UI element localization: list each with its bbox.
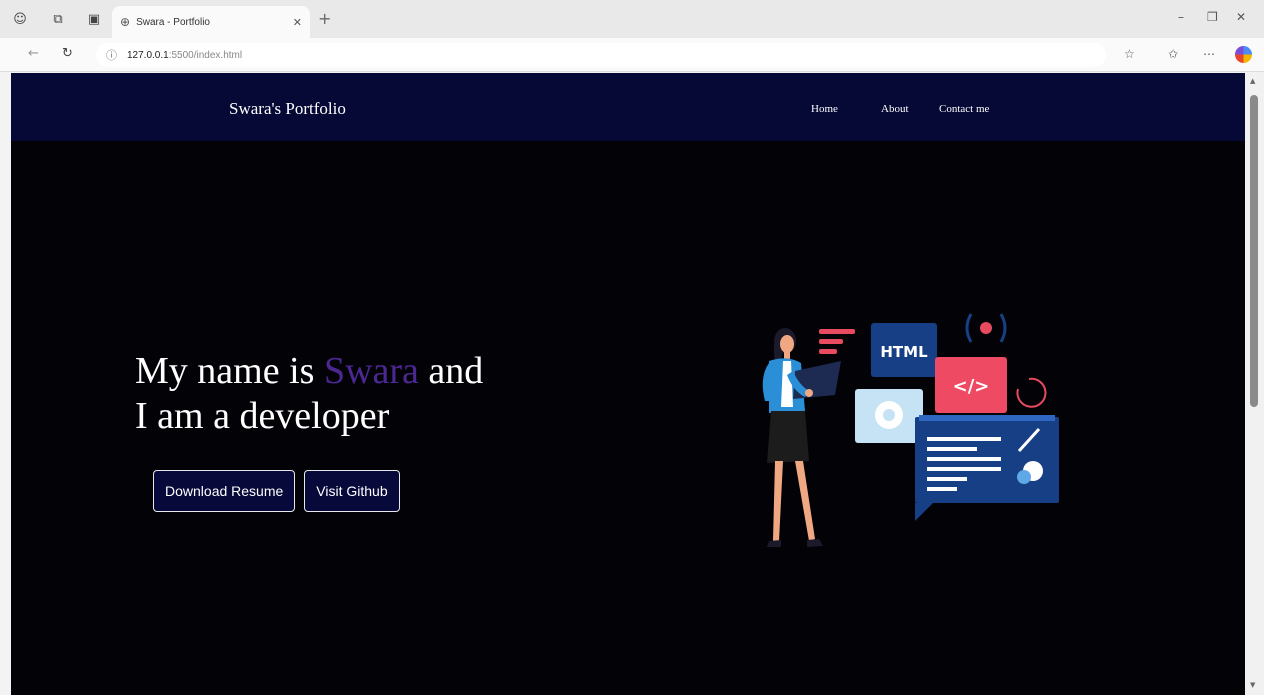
scroll-down-icon[interactable]: ▼: [1250, 681, 1255, 689]
hero-suffix: and: [418, 350, 484, 392]
download-resume-button[interactable]: Download Resume: [153, 470, 296, 512]
info-icon[interactable]: ⓘ: [106, 47, 117, 63]
page-scrollbar[interactable]: ▲ ▼: [1245, 73, 1264, 695]
gear-card-icon: [855, 389, 923, 443]
hero-line2: I am a developer: [135, 395, 390, 437]
visit-github-button[interactable]: Visit Github: [304, 470, 400, 512]
code-label: </>: [953, 376, 990, 397]
window-close-icon[interactable]: ✕: [1236, 10, 1246, 24]
sync-icon: [1016, 377, 1047, 408]
url-host: 127.0.0.1: [127, 49, 169, 61]
nav-about-link[interactable]: About: [881, 103, 909, 115]
developer-illustration: HTML </>: [762, 313, 1059, 547]
hero-name: Swara: [323, 350, 419, 392]
back-arrow-icon[interactable]: ←: [28, 46, 39, 61]
plus-icon[interactable]: +: [318, 9, 331, 28]
scroll-thumb[interactable]: [1250, 95, 1258, 407]
html-label: HTML: [880, 343, 928, 361]
minimize-icon[interactable]: –: [1178, 10, 1184, 24]
close-icon[interactable]: ✕: [293, 16, 302, 29]
more-icon[interactable]: ⋯: [1203, 47, 1215, 61]
html-card-icon: HTML: [871, 323, 937, 377]
person-icon[interactable]: ☺: [10, 9, 30, 29]
hero-heading: My name is Swara and I am a developer: [135, 349, 483, 439]
nav-contact-link[interactable]: Contact me: [939, 103, 989, 115]
page-viewport: Swara's Portfolio Home About Contact me …: [11, 73, 1245, 695]
refresh-icon[interactable]: ↻: [62, 46, 73, 61]
browser-tab[interactable]: ⊕ Swara - Portfolio ✕: [112, 6, 310, 38]
nav-home-link[interactable]: Home: [811, 103, 838, 115]
tab-actions-icon[interactable]: ⧉: [48, 9, 68, 29]
tab-title: Swara - Portfolio: [136, 16, 210, 28]
globe-icon: ⊕: [120, 15, 131, 29]
browser-tab-bar: ☺ ⧉ ▣ ⊕ Swara - Portfolio ✕ + – ❐ ✕: [0, 0, 1264, 38]
site-navbar: Swara's Portfolio Home About Contact me: [11, 73, 1245, 141]
scroll-up-icon[interactable]: ▲: [1250, 77, 1255, 85]
dash-lines-icon: [819, 329, 855, 354]
tab-overview-icon[interactable]: ▣: [84, 9, 104, 29]
url-input[interactable]: ⓘ 127.0.0.1 :5500/index.html: [96, 43, 1106, 67]
browser-address-bar: ← ↻ ⓘ 127.0.0.1 :5500/index.html ☆ ✩ ⋯: [0, 38, 1264, 72]
profile-icon[interactable]: [1235, 46, 1252, 63]
favorites-icon[interactable]: ✩: [1168, 47, 1178, 61]
url-path: :5500/index.html: [168, 49, 243, 61]
site-brand[interactable]: Swara's Portfolio: [229, 99, 346, 119]
code-card-icon: </>: [935, 357, 1007, 413]
hero-buttons: Download Resume Visit Github: [153, 470, 400, 512]
chat-panel-icon: [915, 415, 1059, 521]
bracket-dot-icon: [965, 313, 1007, 343]
star-icon[interactable]: ☆: [1124, 47, 1135, 61]
restore-icon[interactable]: ❐: [1207, 10, 1218, 24]
woman-with-laptop-icon: [762, 328, 841, 547]
hero-prefix: My name is: [135, 350, 324, 392]
